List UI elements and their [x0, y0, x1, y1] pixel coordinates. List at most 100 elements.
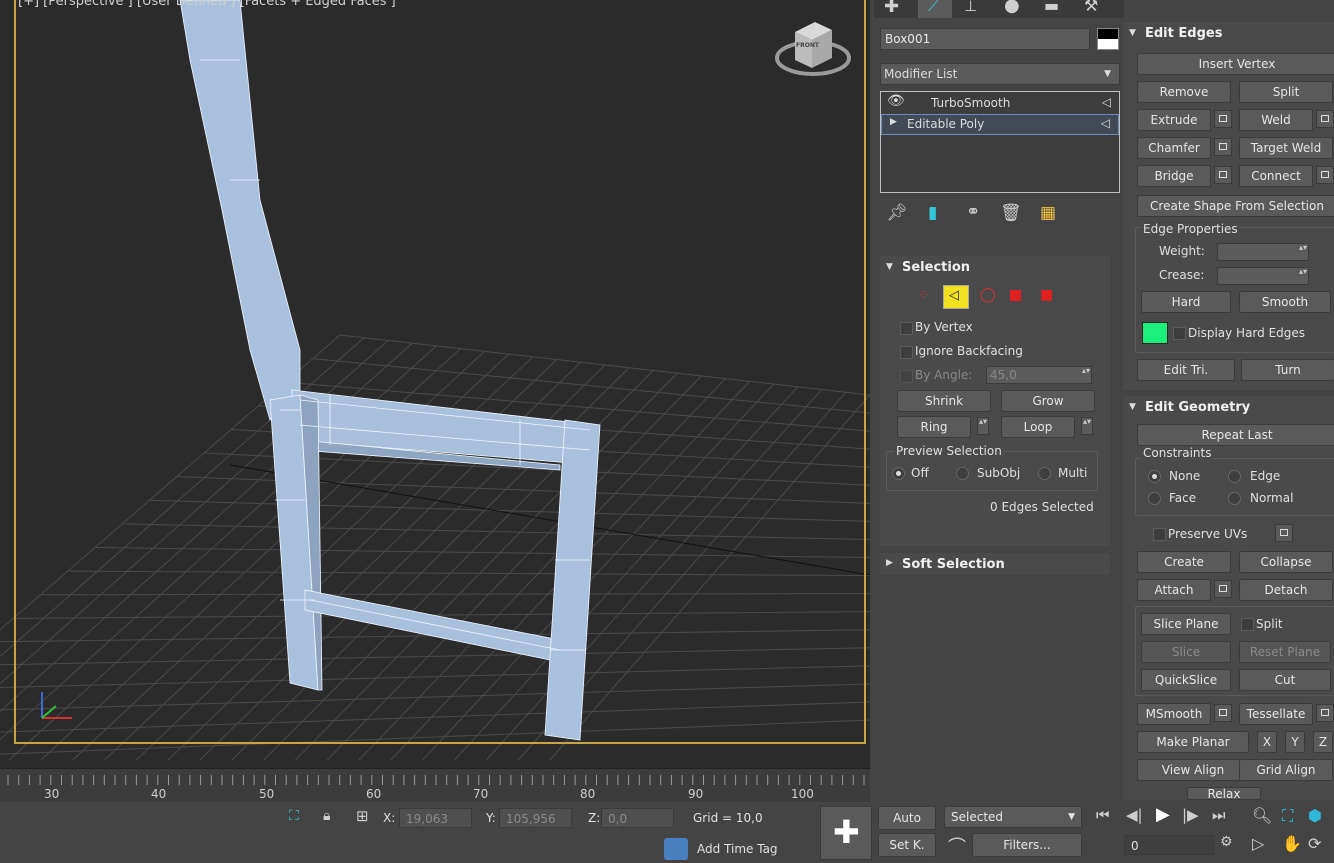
- key-filter-select[interactable]: Selected ▼: [944, 806, 1082, 828]
- crease-spinner[interactable]: [1217, 267, 1309, 285]
- go-to-start-icon[interactable]: ⏮: [1096, 806, 1110, 824]
- ring-spinner[interactable]: [977, 417, 989, 435]
- next-frame-icon[interactable]: |▶: [1182, 806, 1199, 824]
- chamfer-button[interactable]: Chamfer: [1137, 137, 1211, 159]
- set-key-mode-button[interactable]: Set K.: [878, 833, 936, 857]
- weight-spinner[interactable]: [1217, 243, 1309, 261]
- hard-edge-color-swatch[interactable]: [1142, 322, 1168, 344]
- create-button[interactable]: Create: [1137, 551, 1231, 573]
- by-vertex-checkbox[interactable]: [900, 322, 913, 335]
- make-unique-icon[interactable]: ⚭: [966, 202, 980, 222]
- eye-icon[interactable]: 👁︎: [887, 93, 905, 109]
- weld-button[interactable]: Weld: [1239, 109, 1313, 131]
- quickslice-button[interactable]: QuickSlice: [1141, 669, 1231, 691]
- shrink-button[interactable]: Shrink: [897, 390, 991, 412]
- make-planar-z-button[interactable]: Z: [1313, 731, 1333, 753]
- constraint-none-radio[interactable]: [1148, 470, 1161, 483]
- chamfer-settings-button[interactable]: [1214, 138, 1232, 156]
- make-planar-button[interactable]: Make Planar: [1137, 731, 1249, 753]
- tessellate-settings-button[interactable]: [1316, 704, 1334, 722]
- pin-stack-icon[interactable]: 📌︎: [886, 203, 908, 223]
- zoom-extents-icon[interactable]: ⛶: [1282, 806, 1293, 826]
- soft-selection-rollout-title[interactable]: Soft Selection: [902, 557, 1005, 572]
- add-time-tag-label[interactable]: Add Time Tag: [697, 842, 778, 856]
- collapse-arrow-icon[interactable]: ▼: [1129, 402, 1136, 412]
- connect-settings-button[interactable]: [1316, 166, 1334, 184]
- vertex-mode-icon[interactable]: ⁘: [918, 288, 929, 303]
- display-hard-edges-checkbox[interactable]: [1173, 327, 1186, 340]
- preview-multi-radio[interactable]: [1038, 467, 1051, 480]
- utilities-tab-icon[interactable]: ⚒: [1084, 0, 1098, 15]
- absolute-mode-icon[interactable]: ⊞: [356, 807, 369, 825]
- collapse-button[interactable]: Collapse: [1239, 551, 1333, 573]
- smooth-button[interactable]: Smooth: [1239, 291, 1331, 313]
- selection-window-icon[interactable]: ⛶: [289, 808, 299, 824]
- z-coordinate-field[interactable]: 0,0: [601, 808, 674, 828]
- y-coordinate-field[interactable]: 105,956: [499, 808, 572, 828]
- weld-settings-button[interactable]: [1316, 110, 1334, 128]
- hard-button[interactable]: Hard: [1141, 291, 1231, 313]
- attach-button[interactable]: Attach: [1137, 579, 1211, 601]
- show-end-result-icon[interactable]: ▮: [928, 203, 937, 223]
- extrude-settings-button[interactable]: [1214, 110, 1232, 128]
- view-align-button[interactable]: View Align: [1137, 759, 1249, 781]
- make-planar-x-button[interactable]: X: [1257, 731, 1277, 753]
- display-tab-icon[interactable]: ▬: [1044, 0, 1059, 15]
- constraint-edge-radio[interactable]: [1228, 470, 1241, 483]
- modifier-stack[interactable]: 👁︎ TurboSmooth ◁ ▶ Editable Poly ◁: [880, 91, 1120, 193]
- filters-button[interactable]: Filters...: [972, 833, 1082, 857]
- expand-arrow-icon[interactable]: ▶: [890, 117, 897, 127]
- timeline-track-bar[interactable]: 30 40 50 60 70 80 90 100: [0, 768, 870, 803]
- time-config-icon[interactable]: ⚙: [1220, 834, 1233, 850]
- pan-hand-icon[interactable]: ✋: [1282, 834, 1302, 853]
- preserve-uvs-settings-button[interactable]: [1275, 524, 1293, 542]
- soft-selection-rollout[interactable]: ▶ Soft Selection: [880, 553, 1110, 575]
- field-of-view-icon[interactable]: ▷: [1252, 834, 1264, 853]
- element-mode-icon[interactable]: ■: [1040, 287, 1053, 303]
- polygon-mode-icon[interactable]: [1010, 290, 1021, 301]
- split-checkbox[interactable]: [1241, 618, 1254, 631]
- preserve-uvs-checkbox[interactable]: [1153, 528, 1166, 541]
- edit-tri-button[interactable]: Edit Tri.: [1137, 359, 1235, 381]
- object-color-swatch[interactable]: [1097, 28, 1119, 50]
- relax-button[interactable]: Relax: [1187, 787, 1261, 800]
- detach-button[interactable]: Detach: [1239, 579, 1333, 601]
- constraint-face-radio[interactable]: [1148, 492, 1161, 505]
- loop-spinner[interactable]: [1081, 417, 1093, 435]
- create-tab-icon[interactable]: ✚: [884, 0, 899, 17]
- cut-button[interactable]: Cut: [1239, 669, 1331, 691]
- grid-align-button[interactable]: Grid Align: [1239, 759, 1333, 781]
- key-tangent-icon[interactable]: ⌒: [948, 833, 966, 859]
- modify-tab[interactable]: ⟋: [918, 0, 952, 18]
- go-to-end-icon[interactable]: ⏭: [1212, 806, 1226, 824]
- auto-key-button[interactable]: Auto: [878, 806, 936, 830]
- msmooth-button[interactable]: MSmooth: [1137, 703, 1211, 725]
- ring-button[interactable]: Ring: [897, 416, 971, 438]
- msmooth-settings-button[interactable]: [1214, 704, 1232, 722]
- x-coordinate-field[interactable]: 19,063: [399, 808, 472, 828]
- remove-button[interactable]: Remove: [1137, 81, 1231, 103]
- selection-rollout-title[interactable]: Selection: [902, 260, 970, 275]
- preview-subobj-radio[interactable]: [956, 467, 969, 480]
- show-end-result-icon[interactable]: ◁: [1101, 116, 1110, 130]
- collapse-arrow-icon[interactable]: ▼: [886, 262, 893, 272]
- modifier-list-dropdown[interactable]: Modifier List ▼: [880, 63, 1120, 85]
- lock-icon[interactable]: 🔒︎: [323, 808, 330, 824]
- object-name-field[interactable]: Box001: [880, 28, 1090, 50]
- attach-settings-button[interactable]: [1214, 580, 1232, 598]
- reset-plane-button[interactable]: Reset Plane: [1239, 641, 1331, 663]
- previous-frame-icon[interactable]: ◀|: [1126, 806, 1143, 824]
- current-frame-field[interactable]: 0: [1124, 835, 1214, 855]
- connect-button[interactable]: Connect: [1239, 165, 1313, 187]
- edge-mode-button[interactable]: ◁: [943, 285, 969, 309]
- bridge-settings-button[interactable]: [1214, 166, 1232, 184]
- extrude-button[interactable]: Extrude: [1137, 109, 1211, 131]
- create-shape-button[interactable]: Create Shape From Selection: [1137, 195, 1334, 217]
- zoom-extents-all-icon[interactable]: ⬢: [1308, 806, 1322, 825]
- show-end-result-icon[interactable]: ◁: [1102, 95, 1111, 109]
- target-weld-button[interactable]: Target Weld: [1239, 137, 1333, 159]
- constraint-normal-radio[interactable]: [1228, 492, 1241, 505]
- play-icon[interactable]: ▶: [1156, 804, 1170, 825]
- hierarchy-tab-icon[interactable]: ⊥: [964, 0, 977, 15]
- motion-tab-icon[interactable]: ●: [1004, 0, 1020, 16]
